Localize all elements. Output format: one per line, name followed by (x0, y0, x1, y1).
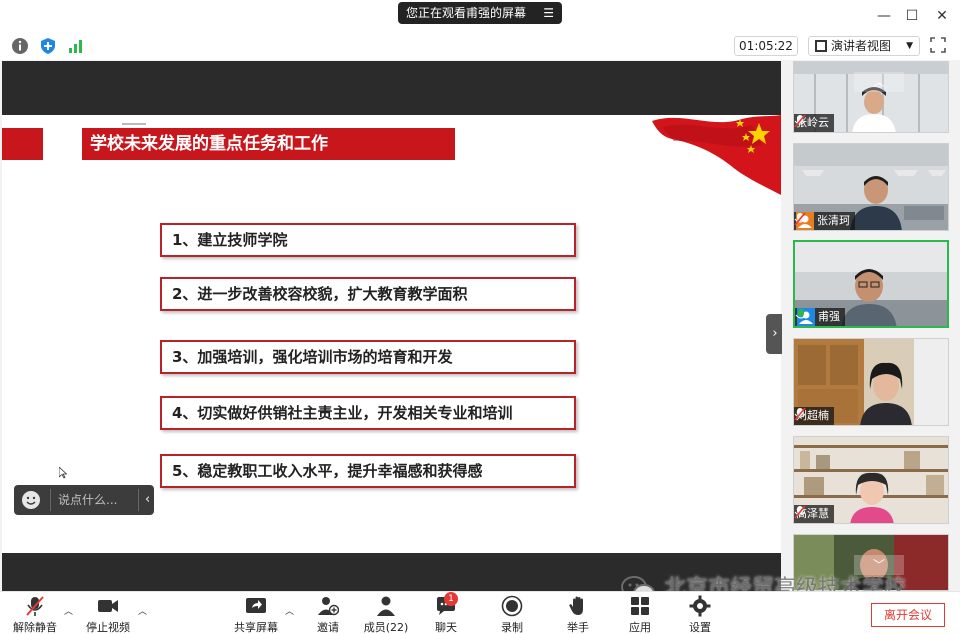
participant-name: 甫强 (818, 310, 840, 323)
divider (50, 489, 51, 511)
add-person-icon (318, 597, 339, 616)
mouse-cursor-icon (59, 467, 67, 479)
participant-tile[interactable]: 张清珂 (793, 143, 949, 231)
close-icon[interactable]: ✕ (930, 4, 954, 28)
slide-title: 学校未来发展的重点任务和工作 (79, 128, 455, 160)
participant-name-tag: 张岭云 (794, 114, 834, 132)
fullscreen-icon[interactable] (930, 37, 946, 53)
leave-meeting-button[interactable]: 离开会议 (871, 603, 945, 627)
mic-muted-icon (794, 407, 806, 421)
info-icon[interactable] (11, 37, 29, 55)
slide-item: 3、加强培训，强化培训市场的培育和开发 (160, 340, 576, 374)
slide-item: 5、稳定教职工收入水平，提升幸福感和获得感 (160, 454, 576, 488)
participant-name: 张清珂 (817, 214, 850, 227)
record-label: 录制 (501, 621, 523, 634)
invite-label: 邀请 (317, 621, 339, 634)
meeting-info-bar: 01:05:22 演讲者视图 ▼ (0, 32, 960, 60)
settings-label: 设置 (689, 621, 711, 634)
slide-item: 2、进一步改善校容校貌，扩大教育教学面积 (160, 277, 576, 311)
chat-placeholder[interactable]: 说点什么... (58, 485, 117, 515)
chat-input-box[interactable]: 说点什么... ‹ (14, 485, 154, 515)
security-shield-icon[interactable] (39, 37, 57, 55)
divider (138, 489, 139, 511)
participant-tile[interactable]: 刘超楠 (793, 338, 949, 426)
settings-button[interactable]: 设置 (680, 592, 720, 634)
participant-tile[interactable]: 高泽慧 (793, 436, 949, 524)
record-button[interactable]: 录制 (492, 592, 532, 634)
chevron-up-icon[interactable]: ︿ (64, 604, 73, 617)
emoji-icon[interactable] (22, 491, 40, 509)
members-label: 成员(22) (363, 621, 409, 634)
minimize-icon[interactable]: — (872, 4, 896, 28)
view-label: 演讲者视图 (831, 39, 892, 53)
raise-hand-button[interactable]: 举手 (558, 592, 598, 634)
unmute-label: 解除静音 (13, 621, 57, 634)
chevron-down-icon: ▼ (906, 41, 913, 51)
chevron-left-icon[interactable]: ‹ (145, 485, 150, 515)
meeting-timer: 01:05:22 (734, 36, 798, 56)
share-status-text: 您正在观看甫强的屏幕 (406, 6, 527, 20)
share-screen-icon (246, 598, 266, 613)
meeting-window: 您正在观看甫强的屏幕 ☰ — ☐ ✕ 01:05:22 演讲者视图 ▼ 学校未来… (0, 0, 960, 634)
participant-name-tag: 张清珂 (794, 212, 855, 230)
unmute-button[interactable]: 解除静音 (10, 592, 60, 634)
meeting-toolbar: 解除静音 ︿ 停止视频 ︿ 共享屏幕 ︿ 邀请 成员(22) 1 聊天 录制 举… (0, 591, 960, 634)
video-camera-icon (98, 600, 118, 612)
members-button[interactable]: 成员(22) (360, 592, 412, 634)
view-layout-icon (815, 40, 827, 52)
participant-name-tag: 高泽慧 (794, 505, 834, 523)
gear-icon (689, 595, 711, 617)
chat-label: 聊天 (435, 621, 457, 634)
scroll-up-icon[interactable]: ︿ (854, 72, 904, 92)
members-icon (377, 596, 395, 616)
participant-tile-active-speaker[interactable]: 甫强 (793, 240, 949, 328)
mic-muted-icon (794, 505, 806, 519)
raise-hand-label: 举手 (567, 621, 589, 634)
chevron-up-icon[interactable]: ︿ (285, 604, 294, 617)
chevron-up-icon[interactable]: ︿ (138, 604, 147, 617)
flag-image (652, 115, 781, 195)
share-screen-label: 共享屏幕 (234, 621, 278, 634)
speaker-view-dropdown[interactable]: 演讲者视图 ▼ (808, 36, 920, 56)
raise-hand-icon (569, 596, 583, 615)
stop-video-button[interactable]: 停止视频 (82, 592, 134, 634)
apps-label: 应用 (629, 621, 651, 634)
mic-muted-icon (26, 596, 44, 616)
slide-item: 1、建立技师学院 (160, 223, 576, 257)
mic-muted-icon (794, 212, 806, 226)
participant-name-tag: 甫强 (795, 308, 845, 326)
chat-button[interactable]: 1 聊天 (426, 592, 466, 634)
participant-name-tag: 刘超楠 (794, 407, 834, 425)
apps-button[interactable]: 应用 (620, 592, 660, 634)
invite-button[interactable]: 邀请 (308, 592, 348, 634)
mic-muted-icon (794, 114, 806, 128)
slide-header-mark (122, 123, 146, 125)
chat-unread-badge: 1 (444, 592, 458, 606)
participant-gallery: ︿ 张岭云 张清珂 甫强 刘超楠 高泽慧 ﹀ (782, 61, 960, 591)
share-screen-button[interactable]: 共享屏幕 (230, 592, 282, 634)
title-bar: 您正在观看甫强的屏幕 ☰ — ☐ ✕ (0, 0, 960, 32)
slide-item: 4、切实做好供销社主责主业，开发相关专业和培训 (160, 396, 576, 430)
stop-video-label: 停止视频 (86, 621, 130, 634)
maximize-icon[interactable]: ☐ (900, 4, 924, 28)
participant-tile[interactable]: ︿ 张岭云 (793, 61, 949, 133)
menu-icon[interactable]: ☰ (543, 2, 554, 24)
signal-strength-icon[interactable] (67, 37, 85, 55)
viewing-share-indicator[interactable]: 您正在观看甫强的屏幕 ☰ (398, 2, 562, 24)
record-icon (501, 595, 523, 617)
mic-active-icon (795, 309, 807, 319)
apps-icon (631, 597, 649, 615)
slide-title-accent (2, 128, 43, 160)
